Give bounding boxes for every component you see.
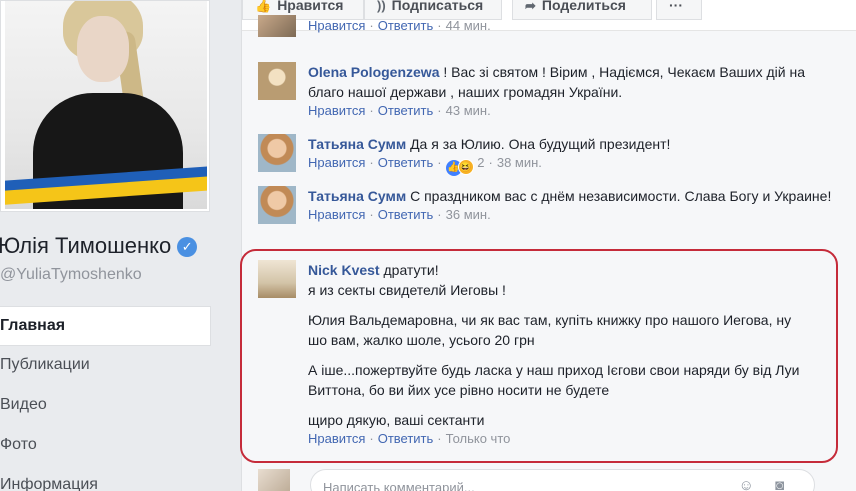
- comment-text: Да я за Юлию. Она будущий президент!: [410, 136, 671, 152]
- comment-like-link[interactable]: Нравится: [308, 155, 365, 170]
- comment-reply-link[interactable]: Ответить: [378, 207, 434, 222]
- comment-author[interactable]: Татьяна Сумм: [308, 136, 406, 152]
- avatar[interactable]: [258, 134, 296, 172]
- nav-item-photos[interactable]: Фото: [0, 426, 211, 466]
- haha-reaction-icon: 😆: [457, 159, 474, 175]
- page-name-text: Юлія Тимошенко: [0, 233, 172, 258]
- avatar[interactable]: [258, 62, 296, 100]
- nav-item-posts[interactable]: Публикации: [0, 346, 211, 386]
- comment-meta: Нравится · Ответить · 36 мин.: [308, 207, 491, 222]
- comment-item: Татьяна Сумм С праздником вас с днём нез…: [258, 186, 838, 224]
- comment-item: Olena Pologenzewa ! Вас зі святом ! Віри…: [258, 62, 838, 120]
- reactions[interactable]: 👍😆 2: [445, 155, 485, 176]
- emoji-icon[interactable]: ☺: [739, 477, 754, 491]
- comment-body: Olena Pologenzewa ! Вас зі святом ! Віри…: [308, 62, 838, 102]
- avatar[interactable]: [258, 15, 296, 37]
- comment-input[interactable]: Написать комментарий... ☺ ◙: [310, 469, 815, 491]
- camera-icon[interactable]: ◙: [775, 477, 784, 491]
- profile-picture[interactable]: [0, 0, 210, 212]
- comment-time[interactable]: 36 мин.: [446, 207, 491, 222]
- comment-body: Татьяна Сумм С праздником вас с днём нез…: [308, 186, 838, 206]
- avatar: [258, 469, 290, 491]
- verified-badge-icon: ✓: [177, 237, 198, 257]
- profile-photo: [5, 1, 207, 209]
- comment-time[interactable]: 38 мин.: [497, 155, 542, 170]
- comment-text: С праздником вас с днём независимости. С…: [410, 188, 832, 204]
- page-username[interactable]: @YuliaTymoshenko: [0, 266, 142, 284]
- page-title[interactable]: Юлія Тимошенко ✓: [0, 233, 198, 259]
- page-nav: Главная Публикации Видео Фото Информация: [0, 306, 211, 491]
- avatar[interactable]: [258, 186, 296, 224]
- comment-meta: Нравится · Ответить · 👍😆 2 · 38 мин.: [308, 154, 838, 176]
- comment-body: Татьяна Сумм Да я за Юлию. Она будущий п…: [308, 134, 838, 154]
- nav-item-home[interactable]: Главная: [0, 306, 211, 346]
- comment-meta: Нравится · Ответить · 43 мин.: [308, 103, 491, 118]
- page-sidebar: Юлія Тимошенко ✓ @YuliaTymoshenko Главная…: [0, 0, 225, 491]
- comment-like-link[interactable]: Нравится: [308, 207, 365, 222]
- comment-reply-link[interactable]: Ответить: [378, 103, 434, 118]
- comment-time[interactable]: 43 мин.: [446, 103, 491, 118]
- comment-item: Нравится · Ответить · 44 мин.: [258, 11, 838, 37]
- comment-like-link[interactable]: Нравится: [308, 103, 365, 118]
- comment-like-link[interactable]: Нравится: [308, 18, 365, 33]
- comment-time[interactable]: 44 мин.: [446, 18, 491, 33]
- comment-meta: Нравится · Ответить · 44 мин.: [308, 18, 491, 33]
- comment-item: Татьяна Сумм Да я за Юлию. Она будущий п…: [258, 134, 838, 176]
- comment-author[interactable]: Olena Pologenzewa: [308, 64, 439, 80]
- nav-item-about[interactable]: Информация: [0, 466, 211, 491]
- comment-author[interactable]: Татьяна Сумм: [308, 188, 406, 204]
- comment-reply-link[interactable]: Ответить: [378, 18, 434, 33]
- comment-reply-link[interactable]: Ответить: [378, 155, 434, 170]
- nav-item-videos[interactable]: Видео: [0, 386, 211, 426]
- highlight-outline: [240, 249, 838, 463]
- comment-placeholder: Написать комментарий...: [323, 480, 475, 491]
- reactions-count: 2: [477, 155, 485, 170]
